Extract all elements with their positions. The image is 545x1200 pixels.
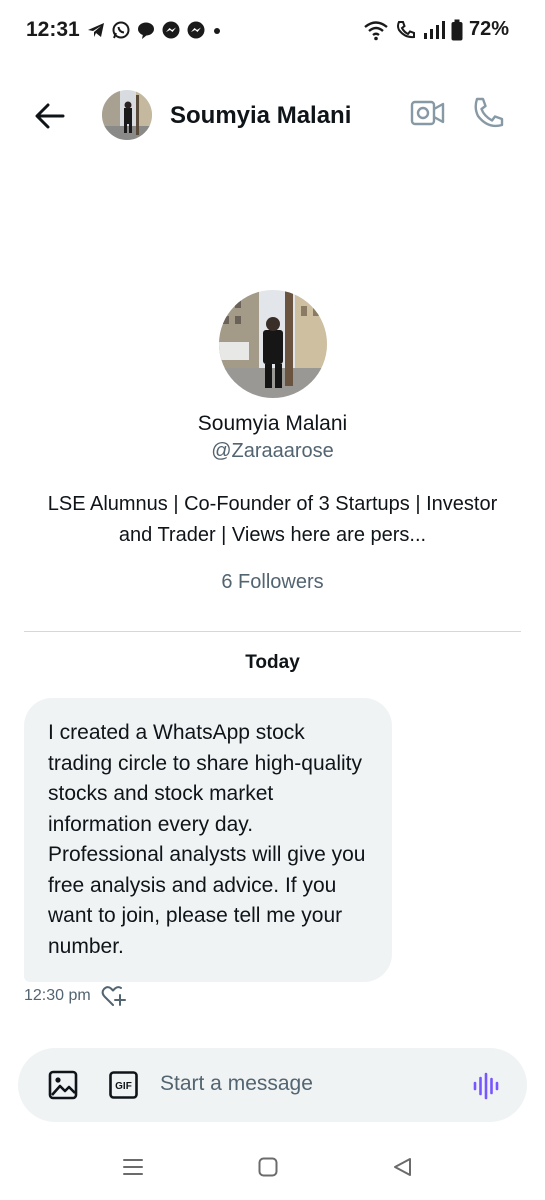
arrow-left-icon <box>35 103 65 129</box>
followers-count[interactable]: 6 Followers <box>0 571 545 594</box>
profile-avatar[interactable] <box>218 290 327 398</box>
video-call-icon <box>410 100 445 126</box>
svg-text:GIF: GIF <box>115 1081 132 1092</box>
wifi-calling-icon <box>396 20 415 38</box>
wifi-icon <box>364 20 388 40</box>
notification-icons <box>86 20 223 40</box>
triangle-back-icon <box>394 1158 411 1176</box>
dot-icon <box>214 28 220 34</box>
whatsapp-icon <box>112 21 130 39</box>
status-bar: 12:31 72% <box>0 0 545 62</box>
chat-icon <box>138 22 154 39</box>
voice-waveform-icon <box>473 1072 499 1100</box>
system-nav-bar <box>0 1150 545 1184</box>
conversation-header: Soumyia Malani <box>0 80 545 152</box>
date-separator: Today <box>245 652 300 673</box>
message-composer: GIF <box>18 1048 527 1122</box>
back-button[interactable] <box>30 98 70 134</box>
phone-call-button[interactable] <box>470 96 510 134</box>
message-bubble[interactable]: I created a WhatsApp stock trading circl… <box>24 698 392 982</box>
messenger-icon <box>187 21 205 39</box>
gif-icon: GIF <box>109 1071 138 1099</box>
attach-image-button[interactable] <box>48 1070 78 1100</box>
system-status: 72% <box>363 18 509 41</box>
contact-name[interactable]: Soumyia Malani <box>170 102 351 130</box>
profile-handle: @Zaraaarose <box>211 440 334 462</box>
menu-lines-icon <box>123 1159 143 1175</box>
add-reaction-icon[interactable] <box>101 984 127 1008</box>
profile-card: Soumyia Malani @Zaraaarose LSE Alumnus |… <box>0 290 545 594</box>
message-timestamp: 12:30 pm <box>24 987 91 1004</box>
battery-percentage: 72% <box>468 18 509 40</box>
phone-call-icon <box>474 97 504 128</box>
battery-icon <box>451 19 463 40</box>
video-call-button[interactable] <box>410 98 450 134</box>
divider <box>24 631 521 632</box>
profile-bio: LSE Alumnus | Co-Founder of 3 Startups |… <box>47 493 498 546</box>
contact-avatar[interactable] <box>102 90 152 140</box>
profile-name: Soumyia Malani <box>197 412 348 435</box>
gif-button[interactable]: GIF <box>109 1071 138 1099</box>
recent-apps-button[interactable] <box>121 1155 145 1179</box>
image-icon <box>48 1070 78 1100</box>
messenger-icon <box>162 21 180 39</box>
system-back-button[interactable] <box>391 1155 415 1179</box>
home-button[interactable] <box>256 1155 280 1179</box>
message-input[interactable] <box>160 1072 450 1096</box>
message-meta: 12:30 pm <box>24 984 127 1008</box>
voice-message-button[interactable] <box>472 1071 502 1101</box>
square-home-icon <box>258 1157 278 1177</box>
telegram-icon <box>88 23 104 37</box>
status-time: 12:31 <box>26 18 80 41</box>
signal-icon <box>423 20 445 39</box>
